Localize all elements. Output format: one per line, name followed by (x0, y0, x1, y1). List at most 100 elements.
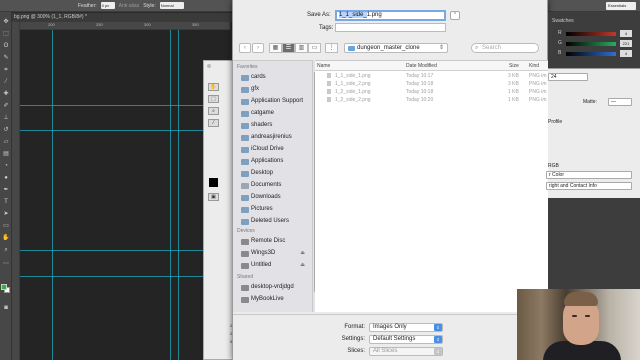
sidebar-item-pictures[interactable]: Pictures (239, 204, 312, 215)
eyedropper-icon[interactable]: ⁄ (208, 119, 219, 127)
eject-icon[interactable]: ⏏ (300, 248, 305, 259)
file-row[interactable]: 1_2_side_1.png Today 10:18 1 KB PNG im (315, 88, 549, 96)
zoom-tool-icon[interactable]: ⌕ (208, 107, 219, 115)
convert-srgb-label[interactable]: RGB (548, 163, 559, 169)
red-value[interactable]: 4 (620, 30, 632, 37)
blue-value[interactable]: 4 (620, 50, 632, 57)
guide-vertical[interactable] (52, 30, 53, 360)
slices-select[interactable]: All Slices ⇕ (369, 347, 443, 356)
folder-popup[interactable]: dungeon_master_clone ⇕ (344, 43, 448, 53)
icon-view-button[interactable]: ▦ (269, 43, 282, 53)
sidebar-item-applications[interactable]: Applications (239, 156, 312, 167)
green-value[interactable]: 221 (620, 40, 632, 47)
blur-tool-icon[interactable]: ◔ (2, 162, 10, 170)
preview-select[interactable]: r Color (546, 171, 632, 179)
column-size[interactable]: Size (509, 63, 519, 69)
move-tool-icon[interactable]: ✥ (2, 18, 10, 26)
filename-input[interactable]: 1_1_side_1.png (335, 10, 446, 21)
sidebar-item-desktop-vrdjdgd[interactable]: desktop-vrdjdgd (239, 282, 312, 293)
search-input[interactable]: ⌕ Search (471, 43, 539, 53)
quick-select-icon[interactable]: ✎ (2, 54, 10, 62)
style-select[interactable]: Normal (159, 2, 184, 9)
coverflow-view-button[interactable]: ▭ (308, 43, 321, 53)
column-kind[interactable]: Kind (529, 63, 539, 69)
green-slider[interactable] (566, 42, 616, 46)
tags-input[interactable] (335, 23, 446, 32)
sidebar-item-shaders[interactable]: shaders (239, 120, 312, 131)
sidebar-item-gfx[interactable]: gfx (239, 84, 312, 95)
pen-tool-icon[interactable]: ✒ (2, 186, 10, 194)
type-tool-icon[interactable]: T (2, 198, 10, 206)
guide-horizontal[interactable] (20, 250, 230, 251)
sidebar-item-home[interactable]: andreasjirenius (239, 132, 312, 143)
document-tab[interactable]: bg.png @ 300% (1_1, RGB/8#) * (12, 13, 238, 22)
sidebar-item-remote-disc[interactable]: Remote Disc (239, 236, 312, 247)
sidebar-item-mybooklive[interactable]: MyBookLive (239, 294, 312, 305)
guide-horizontal[interactable] (20, 105, 230, 106)
blue-slider[interactable] (566, 52, 616, 56)
workspace-select[interactable]: Essentials (606, 2, 636, 10)
eject-icon[interactable]: ⏏ (300, 260, 305, 271)
column-name[interactable]: Name (317, 63, 330, 69)
sidebar-item-downloads[interactable]: Downloads (239, 192, 312, 203)
healing-brush-icon[interactable]: ✚ (2, 90, 10, 98)
guide-vertical[interactable] (170, 30, 171, 360)
forward-button[interactable]: › (252, 43, 264, 53)
marquee-tool-icon[interactable]: ⬚ (2, 30, 10, 38)
more-tools-icon[interactable]: ⋯ (2, 260, 10, 268)
file-row[interactable]: 1_1_side_2.png Today 10:18 3 KB PNG im (315, 80, 549, 88)
guide-vertical[interactable] (178, 30, 179, 360)
file-row[interactable]: 1_1_side_1.png Today 10:17 3 KB PNG im (315, 72, 549, 80)
sidebar-item-deleted-users[interactable]: Deleted Users (239, 216, 312, 227)
sidebar-item-application-support[interactable]: Application Support (239, 96, 312, 107)
red-slider[interactable] (566, 32, 616, 36)
foreground-color-swatch[interactable] (1, 284, 7, 290)
green-slider-row[interactable]: G 221 (558, 40, 636, 48)
vertical-ruler[interactable] (12, 22, 20, 360)
crop-tool-icon[interactable]: ⌗ (2, 66, 10, 74)
back-button[interactable]: ‹ (239, 43, 251, 53)
history-brush-icon[interactable]: ↺ (2, 126, 10, 134)
eyedropper-color-swatch[interactable] (209, 178, 218, 187)
sidebar-item-cards[interactable]: cards (239, 72, 312, 83)
zoom-tool-icon[interactable]: ⌕ (2, 246, 10, 254)
list-view-button[interactable]: ☰ (282, 43, 295, 53)
sidebar-item-desktop[interactable]: Desktop (239, 168, 312, 179)
feather-input[interactable]: 0 px (100, 2, 115, 9)
sidebar-item-untitled[interactable]: Untitled ⏏ (239, 260, 312, 271)
hand-tool-icon[interactable]: ✋ (208, 83, 219, 91)
file-row[interactable]: 1_2_side_2.png Today 10:20 1 KB PNG im (315, 96, 549, 104)
path-select-icon[interactable]: ➤ (2, 210, 10, 218)
red-slider-row[interactable]: R 4 (558, 30, 636, 38)
canvas[interactable] (20, 30, 230, 360)
sidebar-item-catgame[interactable]: catgame (239, 108, 312, 119)
sidebar-item-wings3d[interactable]: Wings3D ⏏ (239, 248, 312, 259)
sidebar-item-documents[interactable]: Documents (239, 180, 312, 191)
stamp-tool-icon[interactable]: ⊥ (2, 114, 10, 122)
toggle-slices-icon[interactable]: ▣ (208, 193, 219, 201)
format-select[interactable]: Images Only ⇕ (369, 323, 443, 332)
eyedropper-icon[interactable]: ⁄ (2, 78, 10, 86)
guide-horizontal[interactable] (20, 130, 230, 131)
metadata-select[interactable]: right and Contact Info (546, 182, 632, 190)
embed-profile-label[interactable]: Profile (548, 119, 562, 125)
brush-tool-icon[interactable]: ✐ (2, 102, 10, 110)
antialias-label[interactable]: Anti-alias (119, 3, 140, 9)
guide-horizontal[interactable] (20, 276, 230, 277)
horizontal-ruler[interactable]: 200 250 300 350 (20, 22, 230, 30)
close-dot-icon[interactable] (207, 64, 211, 68)
slice-select-icon[interactable]: ⬚ (208, 95, 219, 103)
colors-select[interactable]: 24 (548, 73, 588, 81)
sidebar-item-icloud-drive[interactable]: iCloud Drive (239, 144, 312, 155)
swatches-tab[interactable]: Swatches (552, 18, 574, 24)
matte-select[interactable]: — (608, 98, 632, 106)
arrange-button[interactable]: ⋮ (325, 43, 338, 53)
gradient-tool-icon[interactable]: ▤ (2, 150, 10, 158)
eraser-tool-icon[interactable]: ▱ (2, 138, 10, 146)
column-date-modified[interactable]: Date Modified (406, 63, 437, 69)
shape-tool-icon[interactable]: ▭ (2, 222, 10, 230)
quick-mask-icon[interactable]: ◙ (2, 304, 10, 312)
expand-dialog-button[interactable]: ⌃ (450, 11, 460, 20)
settings-select[interactable]: Default Settings ⇕ (369, 335, 443, 344)
lasso-tool-icon[interactable]: ʘ (2, 42, 10, 50)
